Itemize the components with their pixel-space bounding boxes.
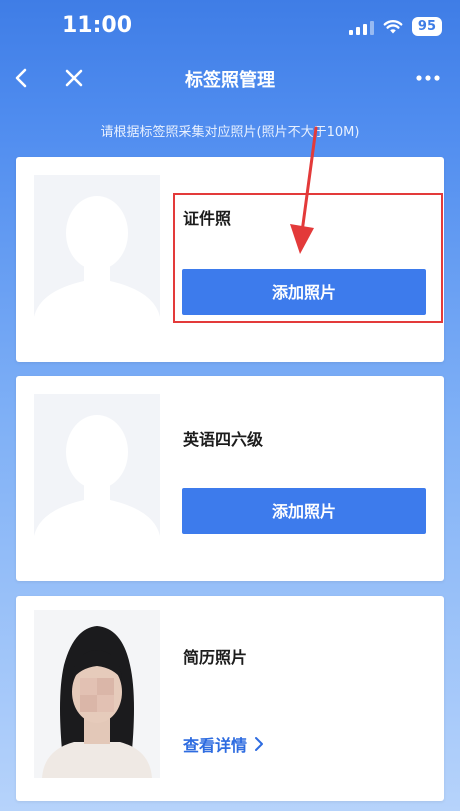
battery-indicator: 95 — [411, 17, 442, 36]
portrait-image — [34, 610, 160, 778]
signal-icon — [348, 19, 374, 35]
status-icons: 95 — [348, 17, 442, 36]
upload-notice: 请根据标签照采集对应照片(照片不大于10M) — [100, 125, 360, 140]
photo-placeholder[interactable] — [34, 394, 160, 562]
wifi-icon — [383, 19, 403, 33]
card-label: 英语四六级 — [183, 430, 264, 449]
nav-bar: 标签照管理 — [0, 56, 460, 102]
more-icon[interactable] — [414, 64, 442, 92]
view-details-label: 查看详情 — [183, 736, 248, 755]
add-photo-button[interactable]: 添加照片 — [182, 488, 426, 534]
annotation-arrow-icon — [290, 126, 318, 254]
card-label: 简历照片 — [183, 648, 248, 667]
card-cet: 英语四六级 添加照片 — [16, 376, 444, 581]
status-bar: 11:00 95 — [0, 0, 460, 56]
resume-portrait[interactable] — [34, 610, 160, 778]
status-time: 11:00 — [62, 13, 133, 38]
view-details-link[interactable]: 查看详情 — [183, 732, 265, 756]
photo-placeholder[interactable] — [34, 175, 160, 343]
card-resume-photo: 简历照片 查看详情 — [16, 596, 444, 801]
silhouette-icon — [34, 415, 160, 562]
silhouette-icon — [34, 196, 160, 343]
page-title: 标签照管理 — [185, 70, 275, 91]
chevron-right-icon — [255, 737, 264, 751]
